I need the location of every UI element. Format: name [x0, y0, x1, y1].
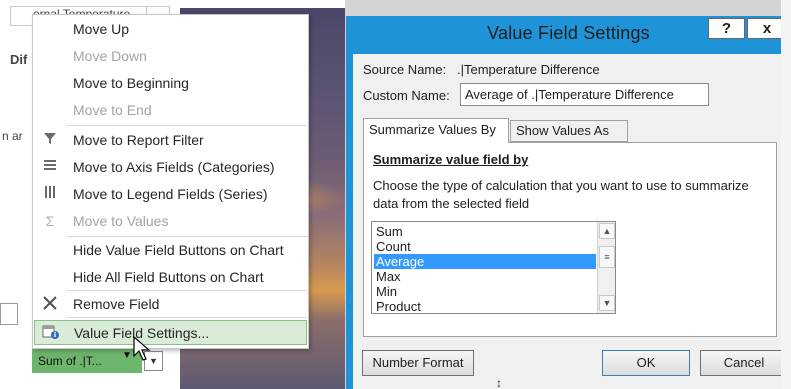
menu-item-label: Move to Beginning: [73, 75, 189, 91]
scroll-up-icon[interactable]: ▲: [599, 223, 615, 239]
ok-button[interactable]: OK: [602, 350, 690, 376]
field-settings-icon: [41, 324, 61, 342]
menu-item-move-down[interactable]: Move Down: [34, 44, 307, 69]
custom-name-input[interactable]: Average of .|Temperature Difference: [460, 83, 709, 106]
field-context-menu: Move Up Move Down Move to Beginning Move…: [32, 14, 309, 349]
sheet-cell-box: [0, 303, 18, 325]
menu-item-label: Move to Values: [73, 213, 169, 229]
menu-item-label: Move to Report Filter: [73, 132, 204, 148]
panel-description: Choose the type of calculation that you …: [373, 178, 749, 211]
tab-show-values-as[interactable]: Show Values As: [510, 120, 628, 142]
listbox-scrollbar[interactable]: ▲ ≡ ▼: [597, 222, 615, 313]
screen-edge: [781, 0, 791, 389]
menu-item-label: Move Down: [73, 48, 147, 64]
columns-icon: [40, 185, 60, 203]
list-item-average[interactable]: Average: [374, 254, 596, 269]
menu-item-move-to-beginning[interactable]: Move to Beginning: [34, 71, 307, 96]
scroll-thumb[interactable]: ≡: [599, 246, 615, 268]
value-field-settings-dialog: Value Field Settings ? x Source Name: .|…: [346, 16, 791, 389]
calculation-listbox[interactable]: Sum Count Average Max Min Product ▲ ≡ ▼: [371, 221, 616, 314]
scroll-down-icon[interactable]: ▼: [599, 295, 615, 311]
mouse-cursor-icon: [133, 336, 151, 361]
list-item-count[interactable]: Count: [374, 239, 596, 254]
menu-item-label: Hide All Field Buttons on Chart: [73, 269, 264, 285]
menu-item-move-to-legend-fields[interactable]: Move to Legend Fields (Series): [34, 182, 307, 207]
dialog-body: Source Name: .|Temperature Difference Cu…: [353, 54, 789, 389]
menu-item-move-to-report-filter[interactable]: Move to Report Filter: [34, 128, 307, 153]
list-item-max[interactable]: Max: [374, 269, 596, 284]
menu-item-label: Move to End: [73, 102, 152, 118]
menu-item-hide-all-field-buttons[interactable]: Hide All Field Buttons on Chart: [34, 265, 307, 290]
cancel-button[interactable]: Cancel: [700, 350, 788, 376]
list-item-min[interactable]: Min: [374, 284, 596, 299]
custom-name-label: Custom Name:: [363, 88, 450, 103]
sigma-icon: Σ: [45, 213, 55, 229]
menu-item-label: Move to Legend Fields (Series): [73, 186, 268, 202]
help-button[interactable]: ?: [708, 18, 745, 39]
rows-icon: [40, 158, 60, 176]
menu-item-remove-field[interactable]: Remove Field: [34, 292, 307, 317]
menu-item-label: Move Up: [73, 21, 130, 37]
menu-item-move-up[interactable]: Move Up: [34, 17, 307, 42]
menu-item-label: Move to Axis Fields (Categories): [73, 159, 275, 175]
menu-separator: [67, 125, 307, 126]
tab-summarize-values-by[interactable]: Summarize Values By: [363, 118, 509, 143]
close-x-icon: [40, 295, 60, 313]
number-format-button[interactable]: Number Format: [362, 350, 474, 376]
panel-heading: Summarize value field by: [373, 152, 529, 167]
list-item-product[interactable]: Product: [374, 299, 596, 314]
menu-item-label: Remove Field: [73, 296, 160, 312]
menu-separator: [67, 236, 307, 237]
menu-separator: [67, 290, 307, 291]
menu-item-label: Hide Value Field Buttons on Chart: [73, 242, 284, 258]
filter-icon: [40, 131, 60, 149]
resize-cursor-icon: ↕: [496, 376, 502, 389]
source-name-value: .|Temperature Difference: [457, 62, 600, 77]
menu-item-hide-value-field-buttons[interactable]: Hide Value Field Buttons on Chart: [34, 238, 307, 263]
caret-down-icon[interactable]: ▼: [122, 350, 132, 361]
chart-title-fragment: Dif: [10, 52, 28, 67]
menu-item-move-to-values[interactable]: Σ Move to Values: [34, 209, 307, 234]
menu-item-move-to-end[interactable]: Move to End: [34, 98, 307, 123]
summarize-tab-panel: Summarize value field by Choose the type…: [363, 142, 777, 337]
menu-item-value-field-settings[interactable]: Value Field Settings...: [34, 320, 307, 345]
menu-item-move-to-axis-fields[interactable]: Move to Axis Fields (Categories): [34, 155, 307, 180]
source-name-label: Source Name:: [363, 62, 447, 77]
sheet-text-fragment: n ar: [2, 129, 23, 143]
list-item-sum[interactable]: Sum: [374, 224, 596, 239]
menu-separator: [67, 317, 307, 318]
